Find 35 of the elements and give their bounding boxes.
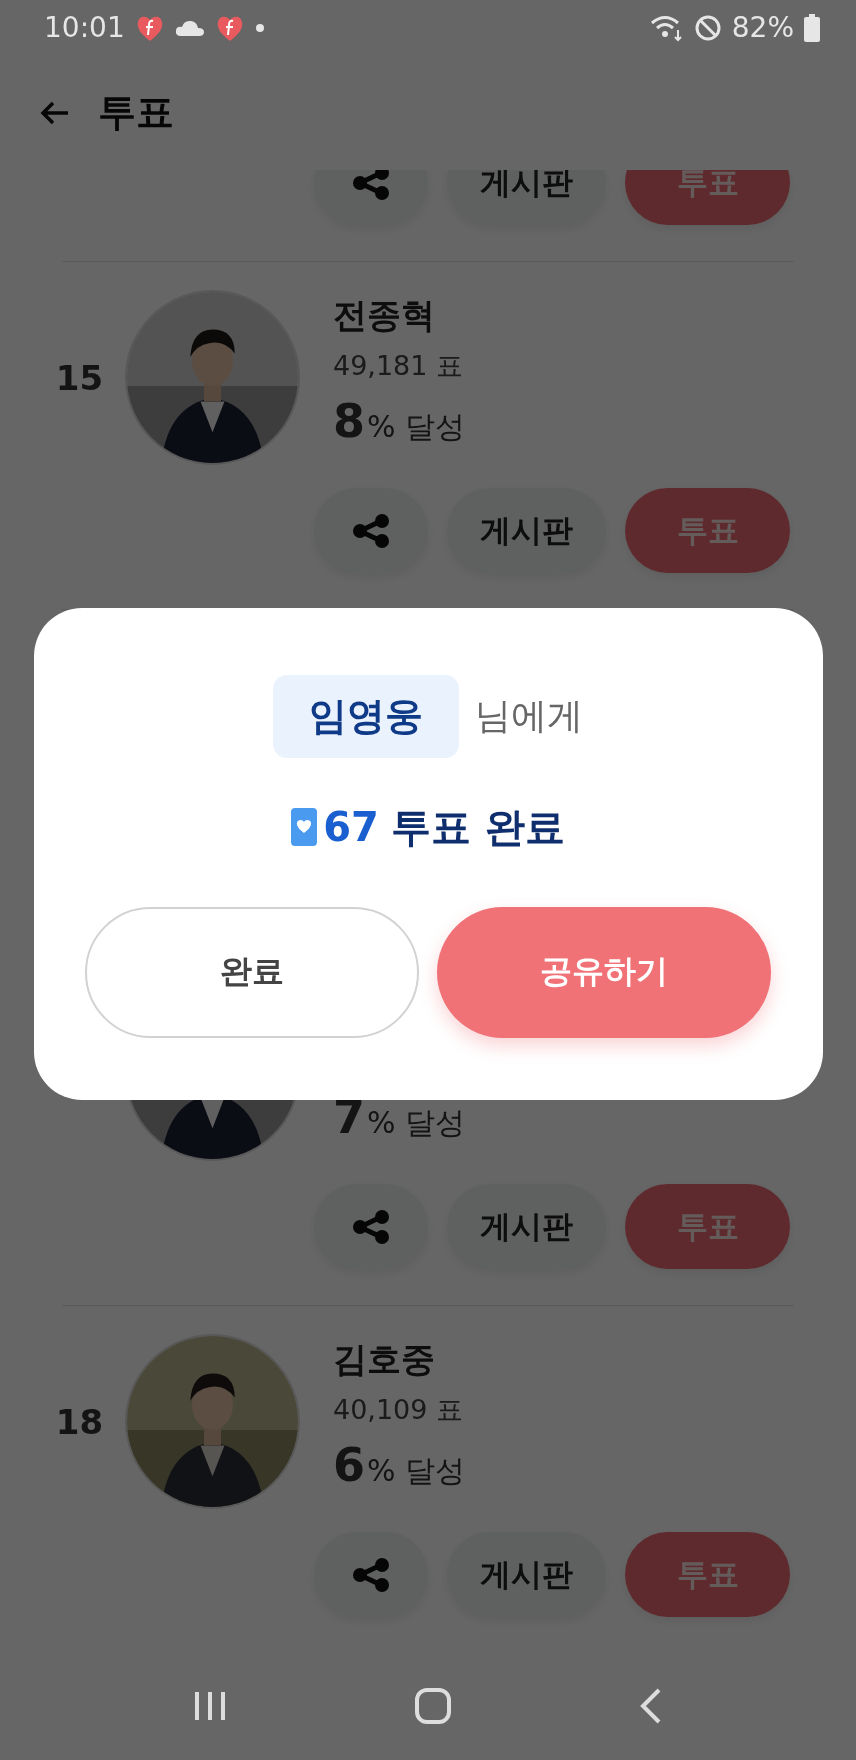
- recipient-name: 임영웅: [273, 674, 459, 758]
- share-icon: [352, 1209, 390, 1244]
- blocked-icon: [693, 13, 722, 42]
- vote-count: 40,109 표: [333, 1393, 464, 1427]
- page-title: 투표: [98, 89, 174, 136]
- achievement-percent: 8: [333, 394, 365, 448]
- share-icon: [352, 1557, 390, 1592]
- achievement-label: % 달성: [367, 1104, 466, 1142]
- board-button[interactable]: 게시판: [447, 1532, 606, 1617]
- wifi-icon: [649, 13, 684, 42]
- recipient-suffix: 님에게: [475, 693, 583, 738]
- battery-percent: 82%: [731, 11, 794, 44]
- candidate-name: 전종혁: [333, 294, 435, 337]
- share-icon: [352, 513, 390, 548]
- clock: 10:01: [44, 11, 125, 44]
- back-icon[interactable]: [638, 1687, 663, 1725]
- result-label: 투표 완료: [390, 802, 565, 852]
- rank-number: 15: [54, 357, 105, 398]
- candidate-name: 김호중: [333, 1338, 435, 1381]
- dot-icon: [254, 22, 265, 33]
- share-button[interactable]: 공유하기: [437, 906, 771, 1038]
- home-icon[interactable]: [414, 1687, 452, 1725]
- achievement-percent: 6: [333, 1438, 365, 1492]
- share-icon: [352, 170, 390, 200]
- achievement-label: % 달성: [367, 1452, 466, 1490]
- board-button[interactable]: 게시판: [447, 488, 606, 573]
- back-arrow-icon[interactable]: [40, 99, 70, 126]
- rank-number: 18: [54, 1401, 105, 1442]
- achievement-label: % 달성: [367, 408, 466, 446]
- recent-apps-icon[interactable]: [193, 1689, 228, 1723]
- board-button[interactable]: 게시판: [447, 1184, 606, 1269]
- battery-icon: [804, 13, 820, 42]
- vote-count: 49,181 표: [333, 349, 464, 383]
- vote-amount: 67: [323, 804, 379, 850]
- done-button[interactable]: 완료: [85, 906, 419, 1038]
